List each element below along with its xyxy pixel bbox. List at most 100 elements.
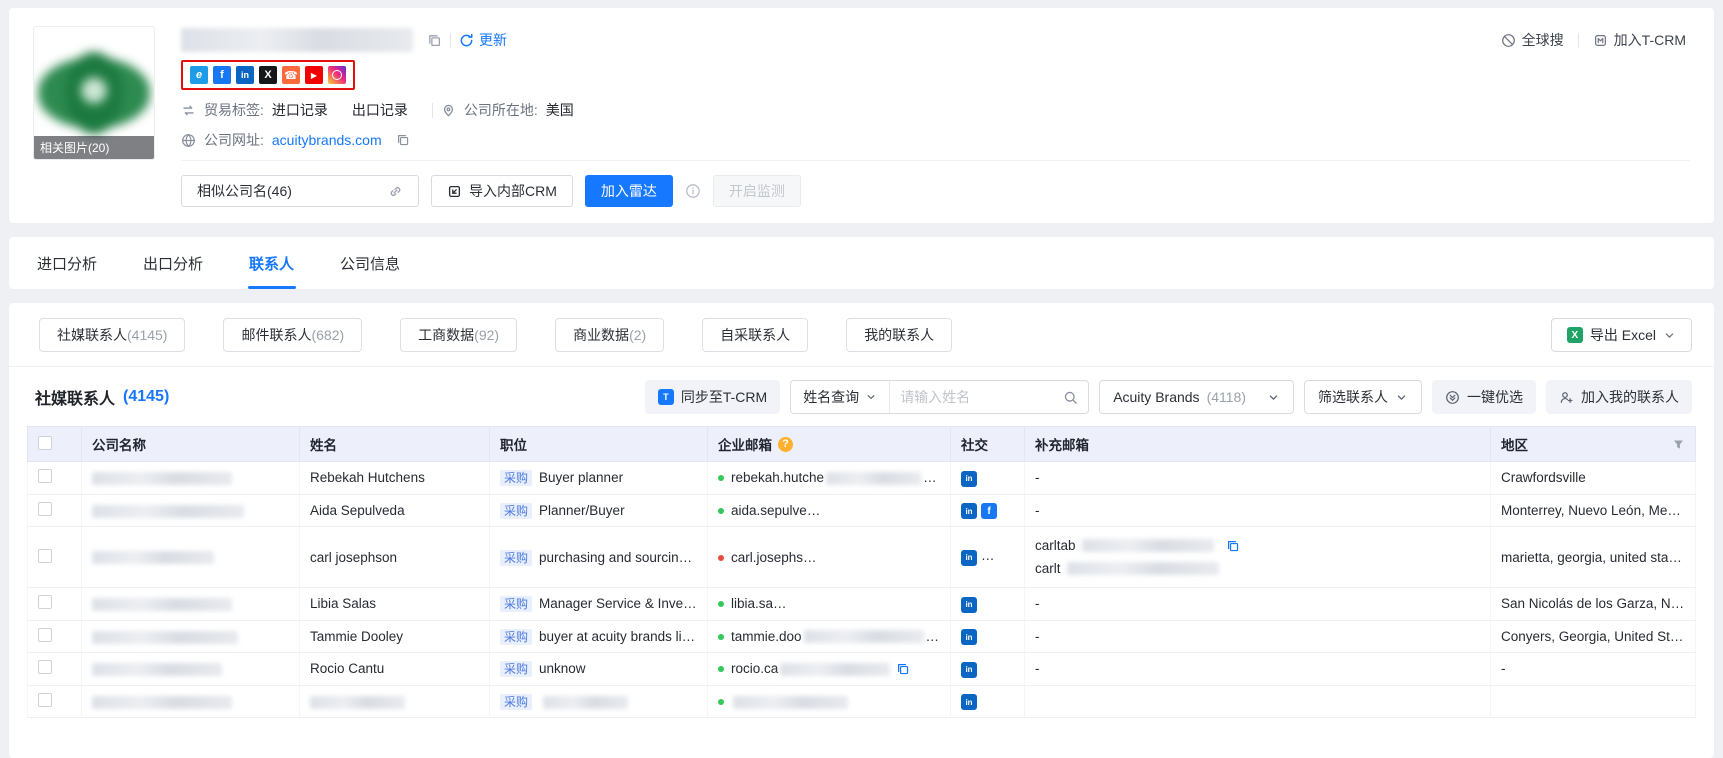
linkedin-icon[interactable]: in [961,694,977,710]
row-checkbox[interactable] [38,502,52,516]
tcrm-sync-icon: T [658,389,674,405]
name-search-input[interactable] [900,389,1057,405]
table-row: carl josephson 采购purchasing and sourcing… [28,527,1696,588]
linkedin-icon[interactable]: in [961,471,977,487]
email-status-dot [718,634,724,640]
email-status-dot [718,555,724,561]
sync-tcrm-button[interactable]: T 同步至T-CRM [645,380,780,414]
linkedin-icon[interactable]: in [961,550,977,566]
trade-tag-export[interactable]: 出口记录 [352,100,408,120]
email-redacted [809,504,944,517]
row-checkbox[interactable] [38,595,52,609]
double-chevron-circle-icon [1445,390,1460,405]
location-label: 公司所在地: [464,100,538,120]
add-to-radar-button[interactable]: 加入雷达 [585,175,673,207]
x-icon[interactable]: X [259,66,277,84]
tab-company-info[interactable]: 公司信息 [340,237,400,289]
row-checkbox[interactable] [38,469,52,483]
tab-contacts[interactable]: 联系人 [249,237,294,289]
start-monitoring-button[interactable]: 开启监测 [713,175,801,207]
join-tcrm-button[interactable]: 加入T-CRM [1593,30,1686,50]
social-icons-cell: inf [951,494,1025,527]
company-filter-select[interactable]: Acuity Brands (4118) [1099,380,1294,414]
phone-icon[interactable]: ☎ [282,66,300,84]
facebook-icon[interactable]: f [1001,550,1017,566]
extra-email-cell: - [1025,620,1491,653]
contact-name: Aida Sepulveda [300,494,490,527]
copy-email-icon[interactable] [931,597,945,611]
export-excel-button[interactable]: X 导出 Excel [1551,318,1692,352]
select-all-checkbox[interactable] [38,436,52,450]
tab-import-analysis[interactable]: 进口分析 [37,237,97,289]
copy-company-name-icon[interactable] [427,33,442,48]
contact-email: rocio.ca [708,653,951,686]
redacted-text [1082,539,1214,552]
chevron-down-icon [1267,391,1280,404]
social-icons-cell: in [951,685,1025,718]
email-status-dot [718,699,724,705]
info-icon[interactable] [685,183,701,199]
trade-tag-import[interactable]: 进口记录 [272,100,328,120]
contact-region: Monterrey, Nuevo León, Mexi... [1491,494,1696,527]
refresh-button[interactable]: 更新 [459,30,507,50]
contact-name: Rocio Cantu [300,653,490,686]
ie-icon[interactable]: e [190,66,208,84]
chip-email-contacts[interactable]: 邮件联系人(682) [223,318,362,352]
filter-contacts-dropdown[interactable]: 筛选联系人 [1304,380,1422,414]
role-tag: 采购 [500,629,532,645]
copy-website-icon[interactable] [396,133,410,147]
related-images-label[interactable]: 相关图片(20) [34,136,154,159]
facebook-icon[interactable]: f [981,503,997,519]
contact-count: (4145) [123,388,169,406]
chip-commercial-data[interactable]: 商业数据(2) [555,318,664,352]
email-status-dot [718,508,724,514]
col-social: 社交 [951,427,1025,462]
add-my-contacts-button[interactable]: 加入我的联系人 [1546,380,1692,414]
chip-my-contacts[interactable]: 我的联系人 [846,318,952,352]
copy-email-icon[interactable] [896,662,910,676]
row-checkbox[interactable] [38,693,52,707]
contact-email: libia.sa [708,588,951,621]
linkedin-icon[interactable]: in [961,597,977,613]
youtube-icon[interactable]: ▶ [305,66,323,84]
import-internal-crm-button[interactable]: 导入内部CRM [431,175,573,207]
extra-email-cell: - [1025,494,1491,527]
instagram-icon[interactable] [328,66,346,84]
row-checkbox[interactable] [38,549,52,563]
name-query-dropdown[interactable]: 姓名查询 [791,381,890,413]
contact-email: aida.sepulve [708,494,951,527]
similar-companies-button[interactable]: 相似公司名(46) [181,175,419,207]
divider [181,160,1690,161]
extra-email-cell: carltabcarlt [1025,527,1491,588]
one-click-optimize-button[interactable]: 一键优选 [1432,380,1536,414]
linkedin-icon[interactable]: in [236,66,254,84]
contact-region [1491,685,1696,718]
region-filter-icon[interactable] [1672,438,1685,451]
help-icon[interactable]: ? [778,437,793,452]
linkedin-icon[interactable]: in [961,629,977,645]
col-position: 职位 [490,427,708,462]
col-region: 地区 [1491,427,1696,462]
email-status-dot [718,666,724,672]
tcrm-icon [1593,33,1608,48]
facebook-icon[interactable]: f [213,66,231,84]
row-checkbox[interactable] [38,628,52,642]
email-redacted [733,696,848,709]
chip-business-registry[interactable]: 工商数据(92) [400,318,517,352]
contacts-card: 社媒联系人(4145) 邮件联系人(682) 工商数据(92) 商业数据(2) 自采联系… [9,303,1714,758]
row-checkbox[interactable] [38,660,52,674]
extra-email-cell: - [1025,588,1491,621]
chip-social-contacts[interactable]: 社媒联系人(4145) [39,318,185,352]
company-name-redacted [92,631,238,644]
social-icons-box: efin X ☎ ▶ [181,60,355,90]
global-search-button[interactable]: 全球搜 [1501,30,1564,50]
chip-self-collected[interactable]: 自采联系人 [702,318,808,352]
company-header-card: 相关图片(20) 更新 efinX☎▶ 贸易标签: 进口记录 出口记录 公司所在… [9,8,1714,223]
tab-export-analysis[interactable]: 出口分析 [143,237,203,289]
company-website-link[interactable]: acuitybrands.com [272,132,382,148]
redacted-text [310,696,405,709]
linkedin-icon[interactable]: in [961,503,977,519]
company-logo[interactable]: 相关图片(20) [33,26,155,160]
copy-icon[interactable] [1226,539,1240,553]
divider [1578,33,1579,48]
